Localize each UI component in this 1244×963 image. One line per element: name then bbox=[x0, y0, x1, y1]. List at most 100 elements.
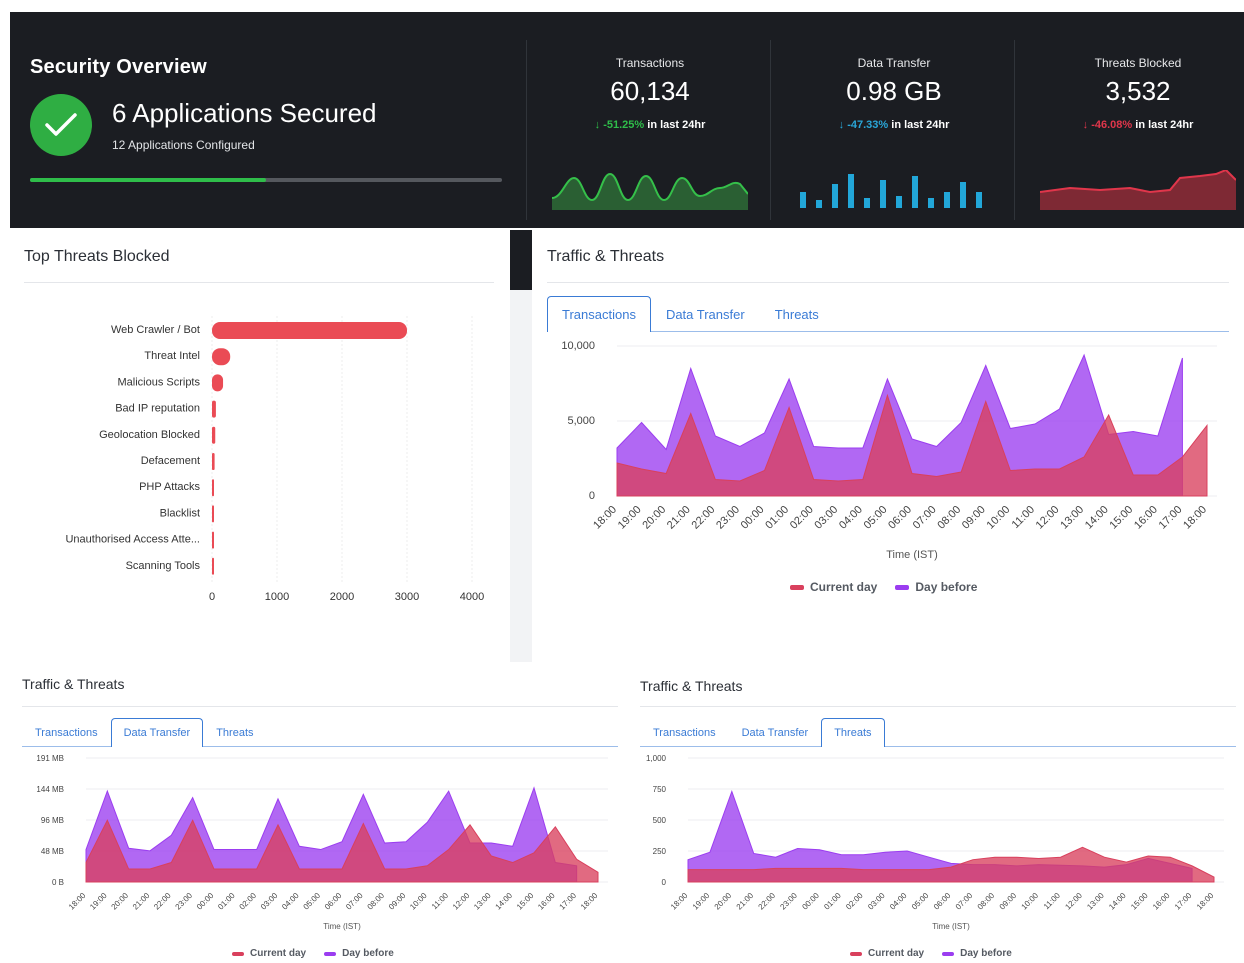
traffic-panel-transactions: Traffic & Threats Transactions Data Tran… bbox=[532, 230, 1244, 662]
tab-data-transfer[interactable]: Data Transfer bbox=[110, 718, 204, 747]
stat-change-percent: -47.33% bbox=[847, 119, 889, 131]
x-tick-label: 11:00 bbox=[1042, 891, 1062, 911]
x-tick-label: 18:00 bbox=[1181, 504, 1209, 532]
tab-threats[interactable]: Threats bbox=[203, 718, 266, 747]
x-tick-label: 4000 bbox=[460, 591, 484, 603]
x-tick-label: 05:00 bbox=[862, 504, 890, 532]
x-tick-label: 02:00 bbox=[788, 504, 816, 532]
x-tick-label: 15:00 bbox=[515, 891, 536, 912]
y-tick-label: 48 MB bbox=[41, 847, 64, 856]
bar bbox=[212, 322, 407, 339]
y-tick-label: 500 bbox=[653, 816, 667, 825]
x-tick-label: 17:00 bbox=[1173, 891, 1194, 912]
x-tick-label: 07:00 bbox=[911, 504, 939, 532]
y-tick-label: 144 MB bbox=[36, 785, 64, 794]
x-tick-label: 17:00 bbox=[1157, 504, 1185, 532]
x-tick-label: 21:00 bbox=[735, 891, 756, 912]
x-tick-label: 13:00 bbox=[1085, 891, 1106, 912]
y-tick-label: 10,000 bbox=[561, 340, 595, 352]
x-tick-label: 10:00 bbox=[1020, 891, 1041, 912]
tab-transactions[interactable]: Transactions bbox=[547, 296, 651, 332]
legend-swatch bbox=[324, 951, 337, 956]
tab-transactions[interactable]: Transactions bbox=[640, 718, 729, 747]
x-tick-label: 08:00 bbox=[976, 891, 997, 912]
chart-legend: Current day Day before bbox=[790, 580, 995, 594]
bar bbox=[212, 557, 214, 575]
legend-swatch bbox=[942, 951, 955, 956]
panel-title: Traffic & Threats bbox=[640, 678, 743, 694]
security-banner: Security Overview 6 Applications Secured… bbox=[10, 12, 1244, 228]
x-tick-label: 18:00 bbox=[1195, 891, 1216, 912]
legend-day-before[interactable]: Day before bbox=[324, 948, 394, 959]
x-tick-label: 14:00 bbox=[1083, 504, 1111, 532]
panel-title: Traffic & Threats bbox=[22, 676, 125, 692]
legend-label: Day before bbox=[960, 948, 1012, 959]
secured-progress-fill bbox=[30, 178, 266, 182]
x-tick-label: 06:00 bbox=[323, 891, 344, 912]
x-tick-label: 19:00 bbox=[616, 504, 644, 532]
x-tick-label: 13:00 bbox=[1058, 504, 1086, 532]
divider bbox=[510, 230, 532, 290]
chart-legend: Current day Day before bbox=[232, 948, 412, 959]
threats-sparkline bbox=[1040, 170, 1236, 210]
x-tick-label: 05:00 bbox=[910, 891, 931, 912]
y-tick-label: 0 B bbox=[52, 878, 64, 887]
bar bbox=[212, 426, 216, 444]
category-label: Threat Intel bbox=[144, 350, 200, 362]
x-tick-label: 10:00 bbox=[985, 504, 1013, 532]
y-tick-label: 191 MB bbox=[36, 754, 64, 763]
x-tick-label: 15:00 bbox=[1107, 504, 1135, 532]
x-tick-label: 00:00 bbox=[739, 504, 767, 532]
tab-threats[interactable]: Threats bbox=[821, 718, 885, 747]
tab-transactions[interactable]: Transactions bbox=[22, 718, 111, 747]
category-label: Web Crawler / Bot bbox=[111, 324, 200, 336]
legend-day-before[interactable]: Day before bbox=[942, 948, 1012, 959]
title-rule bbox=[547, 282, 1229, 283]
y-tick-label: 96 MB bbox=[41, 816, 64, 825]
x-tick-label: 21:00 bbox=[131, 891, 152, 912]
x-tick-label: 19:00 bbox=[88, 891, 109, 912]
x-tick-label: 0 bbox=[209, 591, 215, 603]
x-tick-label: 17:00 bbox=[558, 891, 579, 912]
x-axis-title: Time (IST) bbox=[932, 922, 970, 931]
check-icon bbox=[30, 94, 92, 156]
x-tick-label: 06:00 bbox=[886, 504, 914, 532]
legend-current-day[interactable]: Current day bbox=[850, 948, 924, 959]
x-tick-label: 07:00 bbox=[954, 891, 975, 912]
bar bbox=[212, 453, 215, 470]
divider bbox=[526, 40, 527, 220]
security-overview-card: Security Overview 6 Applications Secured… bbox=[30, 56, 502, 182]
legend-current-day[interactable]: Current day bbox=[232, 948, 306, 959]
bar bbox=[212, 505, 214, 523]
tab-threats[interactable]: Threats bbox=[760, 296, 834, 332]
divider bbox=[1014, 40, 1015, 220]
stat-threats-blocked: Threats Blocked 3,532 ↓ -46.08% in last … bbox=[1028, 56, 1244, 131]
data-transfer-area-chart: 0 B48 MB96 MB144 MB191 MB18:00 19:00 20:00… bbox=[36, 754, 608, 931]
legend-day-before[interactable]: Day before bbox=[895, 580, 977, 594]
legend-swatch bbox=[232, 951, 244, 956]
x-tick-label: 16:00 bbox=[1132, 504, 1160, 532]
tab-data-transfer[interactable]: Data Transfer bbox=[651, 296, 760, 332]
y-tick-label: 0 bbox=[589, 490, 595, 502]
tab-data-transfer[interactable]: Data Transfer bbox=[729, 718, 822, 747]
x-tick-label: 23:00 bbox=[174, 891, 195, 912]
legend-current-day[interactable]: Current day bbox=[790, 580, 877, 594]
legend-swatch bbox=[790, 584, 804, 590]
x-tick-label: 14:00 bbox=[494, 891, 515, 912]
x-tick-label: 03:00 bbox=[866, 891, 887, 912]
stat-change-percent: -46.08% bbox=[1091, 119, 1133, 131]
x-tick-label: 18:00 bbox=[67, 891, 88, 912]
x-tick-label: 2000 bbox=[330, 591, 354, 603]
data-transfer-sparkline bbox=[800, 174, 982, 208]
stat-change-suffix: in last 24hr bbox=[647, 119, 706, 131]
divider bbox=[510, 290, 532, 662]
x-tick-label: 16:00 bbox=[536, 891, 557, 912]
bar bbox=[212, 348, 231, 366]
threats-area-chart: 02505007501,00018:00 19:00 20:00 21:00 22:00… bbox=[646, 754, 1224, 931]
stat-change-percent: -51.25% bbox=[603, 119, 645, 131]
transactions-area-chart: 05,00010,00018:0019:0020:0021:0022:0023:… bbox=[561, 340, 1217, 561]
stat-label: Data Transfer bbox=[857, 56, 931, 70]
category-label: Defacement bbox=[141, 455, 200, 467]
x-tick-label: 22:00 bbox=[757, 891, 778, 912]
bar bbox=[212, 531, 214, 549]
